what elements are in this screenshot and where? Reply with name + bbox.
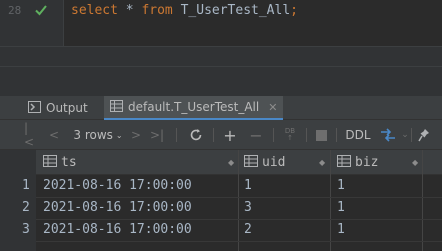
line-number: 28	[8, 4, 22, 17]
column-icon	[43, 154, 57, 171]
toolbar-separator	[273, 128, 274, 142]
toolbar-separator	[336, 128, 337, 142]
sql-editor[interactable]: 28 select * from T_UserTest_All;	[0, 0, 442, 46]
ddl-button[interactable]: DDL	[345, 126, 371, 144]
result-toolbar: |< < 3 rows ⌄ > >| + − DB ↑ DDL ⌄	[0, 120, 442, 150]
toolbar-separator	[176, 128, 177, 142]
sort-icon[interactable]: ◆	[228, 150, 234, 175]
tab-result-label: default.T_UserTest_All	[128, 100, 260, 114]
cell-biz[interactable]: 1	[337, 175, 345, 197]
row-divider	[36, 241, 442, 242]
column-header-uid[interactable]: uid	[244, 150, 285, 175]
previous-page-icon[interactable]: <	[48, 126, 60, 144]
sort-icon[interactable]: ◆	[319, 150, 325, 175]
close-icon[interactable]: ✕	[268, 101, 277, 114]
column-header-ts[interactable]: ts	[43, 150, 77, 175]
delete-row-icon[interactable]: −	[248, 126, 264, 145]
sql-statement[interactable]: select * from T_UserTest_All;	[71, 3, 298, 18]
cell-ts[interactable]: 2021-08-16 17:00:00	[43, 175, 192, 197]
row-number: 1	[22, 178, 30, 193]
cell-biz[interactable]: 1	[337, 197, 345, 219]
cell-ts[interactable]: 2021-08-16 17:00:00	[43, 197, 192, 219]
add-row-icon[interactable]: +	[222, 126, 238, 145]
cell-uid[interactable]: 3	[244, 197, 252, 219]
column-header-biz[interactable]: biz	[337, 150, 378, 175]
tab-result[interactable]: default.T_UserTest_All ✕	[104, 96, 284, 120]
cell-uid[interactable]: 2	[244, 219, 252, 241]
check-icon	[34, 3, 48, 20]
editor-footer-band	[0, 46, 442, 96]
toolbar-separator	[306, 128, 307, 142]
row-number: 3	[22, 222, 30, 237]
sort-icon[interactable]: ◆	[412, 150, 418, 175]
column-icon	[337, 154, 351, 171]
last-page-icon[interactable]: >|	[150, 126, 164, 144]
output-icon	[28, 100, 41, 116]
tab-output[interactable]: Output	[28, 96, 88, 120]
rows-count-dropdown[interactable]: 3 rows ⌄	[70, 126, 126, 144]
toolbar-separator	[213, 128, 214, 142]
compare-icon[interactable]	[378, 126, 398, 144]
cell-uid[interactable]: 1	[244, 175, 252, 197]
toolbar-separator	[411, 128, 412, 142]
column-header-label: ts	[61, 155, 77, 170]
row-number: 2	[22, 200, 30, 215]
pin-icon[interactable]	[416, 126, 432, 144]
editor-gutter: 28	[0, 0, 64, 46]
keyword-from: from	[141, 3, 173, 18]
next-page-icon[interactable]: >	[130, 126, 142, 144]
column-header-label: biz	[355, 155, 379, 170]
table-row[interactable]: 3 2021-08-16 17:00:00 2 1	[0, 219, 442, 241]
tab-output-label: Output	[46, 101, 88, 115]
rows-count-label: 3 rows	[73, 128, 113, 142]
chevron-down-icon: ⌄	[115, 130, 123, 140]
submit-icon[interactable]: DB ↑	[282, 126, 298, 144]
column-header-label: uid	[262, 155, 286, 170]
table-row[interactable]: 2 2021-08-16 17:00:00 3 1	[0, 197, 442, 219]
table-grid-icon	[110, 99, 123, 115]
refresh-icon[interactable]	[187, 126, 205, 144]
services-tab-bar: Output default.T_UserTest_All ✕	[0, 96, 442, 120]
table-row[interactable]: 1 2021-08-16 17:00:00 1 1	[0, 175, 442, 197]
divider	[0, 66, 442, 67]
stop-icon[interactable]	[314, 126, 328, 144]
star-token: *	[117, 3, 142, 18]
cell-ts[interactable]: 2021-08-16 17:00:00	[43, 219, 192, 241]
table-name-token: T_UserTest_All	[172, 3, 291, 18]
cell-biz[interactable]: 1	[337, 219, 345, 241]
keyword-select: select	[71, 3, 118, 18]
chevron-down-icon[interactable]: ⌄	[400, 126, 410, 144]
column-icon	[244, 154, 258, 171]
first-page-icon[interactable]: |<	[24, 121, 38, 149]
semicolon-token: ;	[290, 3, 298, 18]
